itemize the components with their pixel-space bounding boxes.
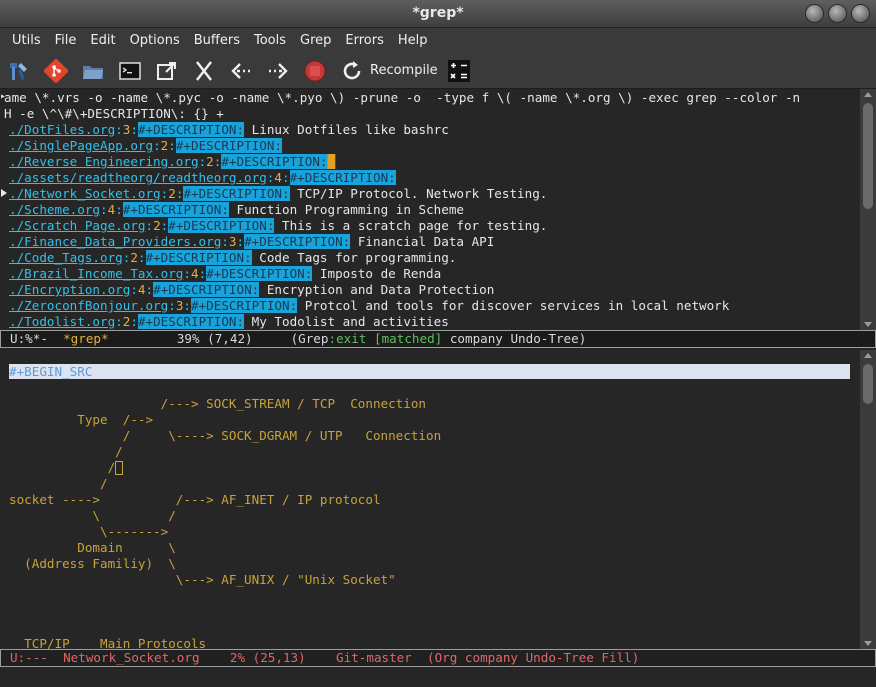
point-cursor: █: [327, 154, 336, 169]
grep-result-row[interactable]: ./Todolist.org:2:#+DESCRIPTION: My Todol…: [9, 314, 449, 330]
menu-tools[interactable]: Tools: [247, 33, 293, 48]
external-window-icon[interactable]: [154, 58, 180, 84]
source-line: Type /-->: [9, 412, 154, 427]
forward-arrow-icon[interactable]: [265, 58, 291, 84]
scroll-up-arrow-icon[interactable]: [864, 92, 872, 97]
minimize-button[interactable]: [805, 4, 824, 23]
grep-result-row[interactable]: ./ZeroconfBonjour.org:3:#+DESCRIPTION: P…: [9, 298, 729, 314]
grep-mode-line: U:%*- *grep* 39% (7,42) (Grep:exit [matc…: [0, 330, 876, 348]
window-title: *grep*: [412, 5, 464, 21]
grep-results-pane[interactable]: ▸ ame \*.vrs -o -name \*.pyc -o -name \*…: [0, 89, 876, 330]
menu-grep[interactable]: Grep: [293, 33, 338, 48]
grep-result-row[interactable]: ./Finance_Data_Providers.org:3:#+DESCRIP…: [9, 234, 494, 250]
source-line: TCP/IP Main Protocols: [9, 636, 207, 649]
source-line: /---> SOCK_STREAM / TCP Connection: [9, 396, 427, 411]
org-source-pane[interactable]: #+BEGIN_SRC /---> SOCK_STREAM / TCP Conn…: [0, 350, 876, 649]
source-line: /: [9, 476, 108, 491]
toolbar: Recompile: [0, 53, 876, 89]
source-scrollbar[interactable]: [860, 350, 876, 649]
grep-result-row[interactable]: ./SinglePageApp.org:2:#+DESCRIPTION:: [9, 138, 282, 154]
source-line: Domain \: [9, 540, 176, 555]
grep-result-row[interactable]: ./Network_Socket.org:2:#+DESCRIPTION: TC…: [9, 186, 547, 202]
menu-edit[interactable]: Edit: [83, 33, 122, 48]
git-icon[interactable]: [43, 58, 69, 84]
source-scroll-thumb[interactable]: [863, 364, 873, 404]
grep-scrollbar[interactable]: [860, 89, 876, 330]
recompile-label[interactable]: Recompile: [370, 63, 438, 78]
scroll-down-arrow-icon[interactable]: [864, 322, 872, 327]
scroll-down-arrow-icon[interactable]: [864, 641, 872, 646]
source-line: / \----> SOCK_DGRAM / UTP Connection: [9, 428, 442, 443]
grep-result-row[interactable]: ./assets/readtheorg/readtheorg.org:4:#+D…: [9, 170, 396, 186]
calculator-icon[interactable]: [446, 58, 472, 84]
grep-result-row[interactable]: ./Brazil_Income_Tax.org:4:#+DESCRIPTION:…: [9, 266, 441, 282]
source-line: \------->: [9, 524, 169, 539]
maximize-button[interactable]: [828, 4, 847, 23]
grep-result-row[interactable]: ./Scratch Page.org:2:#+DESCRIPTION: This…: [9, 218, 547, 234]
grep-result-row[interactable]: ./Code_Tags.org:2:#+DESCRIPTION: Code Ta…: [9, 250, 456, 266]
current-match-arrow-icon: [1, 189, 7, 197]
text-cursor: [115, 461, 124, 475]
menu-bar: Utils File Edit Options Buffers Tools Gr…: [0, 28, 876, 53]
source-line: (Address Familiy) \: [9, 556, 176, 571]
source-line: \ /: [9, 508, 176, 523]
begin-src-line: #+BEGIN_SRC: [9, 364, 850, 379]
menu-help[interactable]: Help: [391, 33, 435, 48]
grep-scroll-thumb[interactable]: [863, 103, 873, 209]
cut-icon[interactable]: [191, 58, 217, 84]
source-line: /: [9, 444, 123, 459]
terminal-icon[interactable]: [117, 58, 143, 84]
recompile-icon[interactable]: [339, 58, 365, 84]
folder-icon[interactable]: [80, 58, 106, 84]
menu-options[interactable]: Options: [123, 33, 187, 48]
grep-result-row[interactable]: ./Encryption.org:4:#+DESCRIPTION: Encryp…: [9, 282, 494, 298]
menu-utils[interactable]: Utils: [5, 33, 48, 48]
grep-command-line-1: ame \*.vrs -o -name \*.pyc -o -name \*.p…: [4, 90, 801, 105]
source-line: /: [9, 460, 124, 476]
grep-result-row[interactable]: ./Reverse Engineering.org:2:#+DESCRIPTIO…: [9, 154, 336, 170]
scroll-up-arrow-icon[interactable]: [864, 353, 872, 358]
wrench-hammer-icon[interactable]: [6, 58, 32, 84]
menu-file[interactable]: File: [48, 33, 84, 48]
stop-icon[interactable]: [302, 58, 328, 84]
grep-result-row[interactable]: ./DotFiles.org:3:#+DESCRIPTION: Linux Do…: [9, 122, 449, 138]
menu-errors[interactable]: Errors: [338, 33, 390, 48]
source-mode-line: U:--- Network_Socket.org 2% (25,13) Git-…: [0, 649, 876, 667]
echo-area[interactable]: [0, 667, 876, 687]
source-line: socket ----> /---> AF_INET / IP protocol: [9, 492, 381, 507]
close-button[interactable]: [851, 4, 870, 23]
title-bar: *grep*: [0, 0, 876, 28]
back-arrow-icon[interactable]: [228, 58, 254, 84]
grep-result-row[interactable]: ./Scheme.org:4:#+DESCRIPTION: Function P…: [9, 202, 464, 218]
source-line: \---> AF_UNIX / "Unix Socket": [9, 572, 396, 587]
grep-command-line-2: H -e \^\#\+DESCRIPTION\: {} +: [4, 106, 224, 121]
menu-buffers[interactable]: Buffers: [187, 33, 247, 48]
window-controls: [805, 4, 870, 23]
